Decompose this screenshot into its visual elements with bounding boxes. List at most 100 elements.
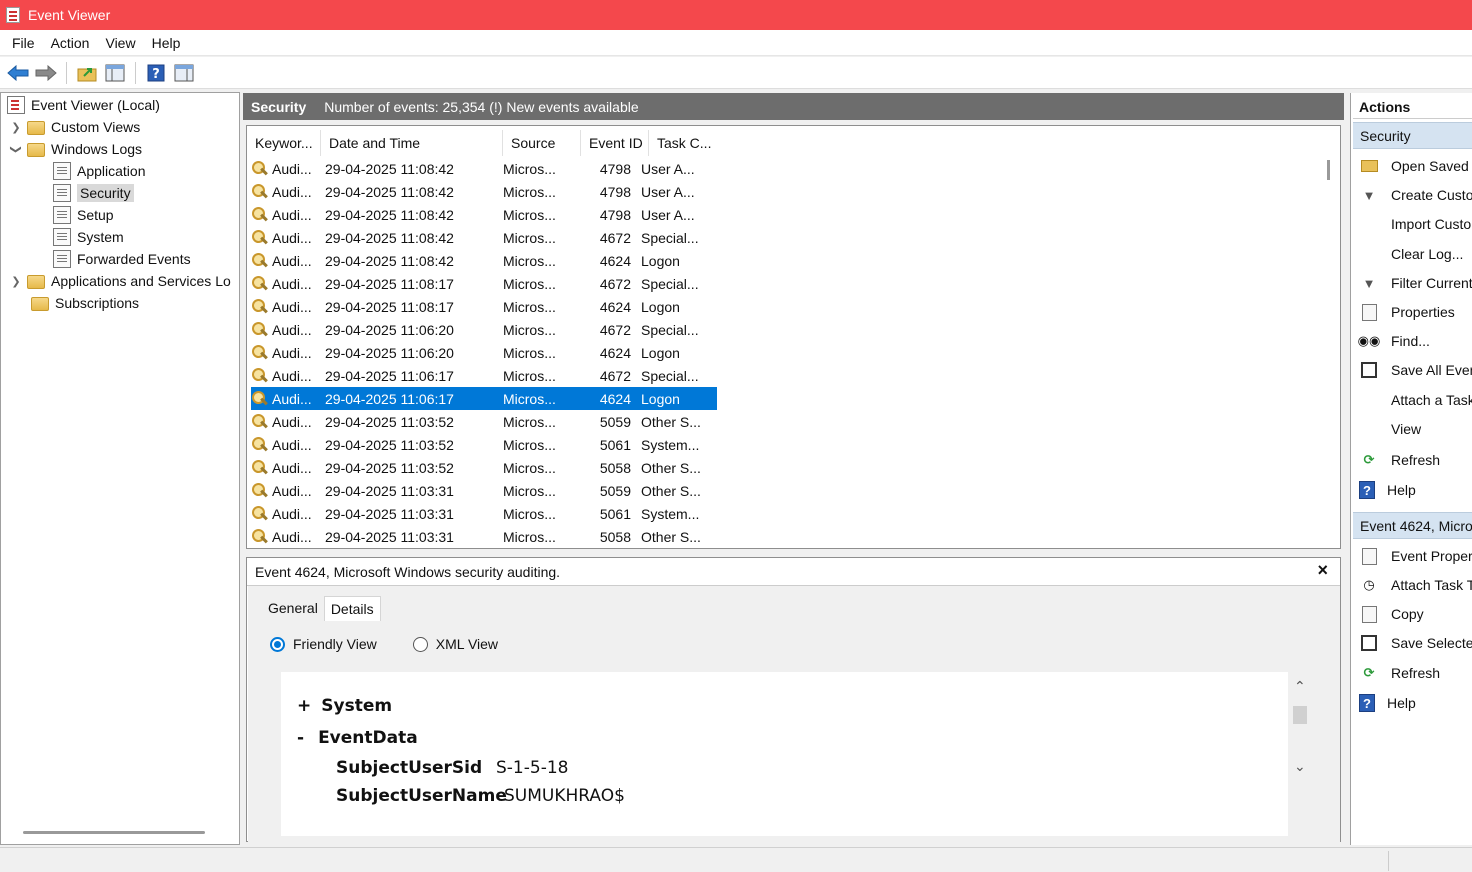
help-icon[interactable]: ?: [144, 61, 168, 85]
radio-xml-view[interactable]: [412, 636, 428, 652]
actions-section-event[interactable]: Event 4624, Micro: [1353, 512, 1472, 539]
tree-item-apps-services[interactable]: ❯ Applications and Services Lo: [9, 270, 231, 292]
tree-item-subscriptions[interactable]: Subscriptions: [27, 292, 139, 314]
tree-item-application[interactable]: Application: [53, 160, 146, 182]
table-row[interactable]: Audi... 29-04-2025 11:08:42 Micros... 4624 L…: [251, 249, 717, 272]
actions-section-security[interactable]: Security: [1353, 122, 1472, 149]
radio-friendly-view[interactable]: [270, 636, 285, 652]
menu-action[interactable]: Action: [43, 35, 98, 51]
action-help[interactable]: ? Help: [1359, 690, 1416, 716]
tree-item-system[interactable]: System: [53, 226, 124, 248]
grid-header: Keywor... Date and Time Source Event ID …: [247, 130, 721, 156]
menu-help[interactable]: Help: [144, 35, 189, 51]
table-row[interactable]: Audi... 29-04-2025 11:03:52 Micros... 5061 S…: [251, 433, 717, 456]
action-create-custom-view[interactable]: ▼ Create Custo: [1359, 182, 1472, 208]
action-help[interactable]: ? Help: [1359, 477, 1416, 503]
table-row[interactable]: Audi... 29-04-2025 11:08:42 Micros... 4798 U…: [251, 157, 717, 180]
action-refresh[interactable]: ⟳ Refresh: [1359, 660, 1440, 686]
table-row[interactable]: Audi... 29-04-2025 11:03:31 Micros... 5059 O…: [251, 479, 717, 502]
column-header-event-id[interactable]: Event ID: [581, 130, 649, 156]
table-row[interactable]: Audi... 29-04-2025 11:03:31 Micros... 5061 S…: [251, 502, 717, 525]
date-cell: 29-04-2025 11:08:42: [325, 160, 454, 177]
table-row[interactable]: Audi... 29-04-2025 11:06:20 Micros... 4624 L…: [251, 341, 717, 364]
chevron-up-icon[interactable]: ⌃: [1294, 678, 1306, 695]
action-view[interactable]: View: [1359, 416, 1421, 442]
subscriptions-icon: [31, 297, 49, 311]
toolbar-separator: [66, 61, 67, 84]
action-properties[interactable]: Properties: [1359, 299, 1455, 325]
menu-file[interactable]: File: [4, 35, 43, 51]
show-hide-tree-icon[interactable]: [103, 61, 127, 85]
task-category-cell: Special...: [641, 321, 699, 338]
table-row[interactable]: Audi... 29-04-2025 11:08:17 Micros... 4624 L…: [251, 295, 717, 318]
table-row[interactable]: Audi... 29-04-2025 11:06:20 Micros... 4672 S…: [251, 318, 717, 341]
table-row[interactable]: Audi... 29-04-2025 11:08:42 Micros... 4798 U…: [251, 203, 717, 226]
chevron-down-icon[interactable]: ❯: [10, 142, 23, 156]
action-refresh[interactable]: ⟳ Refresh: [1359, 447, 1440, 473]
column-header-task-category[interactable]: Task C...: [649, 130, 721, 156]
table-row[interactable]: Audi... 29-04-2025 11:03:31 Micros... 5058 O…: [251, 525, 717, 548]
action-save-selected-events[interactable]: Save Selected: [1359, 630, 1472, 656]
chevron-right-icon[interactable]: ❯: [9, 275, 23, 288]
detail-scrollbar[interactable]: ⌃ ⌄: [1291, 678, 1309, 828]
tab-general[interactable]: General: [262, 596, 324, 621]
chevron-right-icon[interactable]: ❯: [9, 121, 23, 134]
menu-view[interactable]: View: [97, 35, 143, 51]
tab-details[interactable]: Details: [323, 596, 381, 621]
action-open-saved-log[interactable]: Open Saved I: [1359, 153, 1472, 179]
chevron-down-icon[interactable]: ⌄: [1294, 758, 1306, 775]
column-header-date-time[interactable]: Date and Time: [321, 130, 503, 156]
tree-item-label: System: [77, 229, 124, 245]
scrollbar-thumb[interactable]: [1293, 706, 1307, 724]
show-hide-action-pane-icon[interactable]: [172, 61, 196, 85]
keywords-cell: Audi...: [251, 160, 321, 178]
tree-item-custom-views[interactable]: ❯ Custom Views: [9, 116, 140, 138]
table-row[interactable]: Audi... 29-04-2025 11:06:17 Micros... 4624 L…: [251, 387, 717, 410]
action-attach-task[interactable]: Attach a Task: [1359, 387, 1472, 413]
table-row[interactable]: Audi... 29-04-2025 11:08:42 Micros... 4672 S…: [251, 226, 717, 249]
action-copy[interactable]: Copy: [1359, 601, 1424, 627]
event-id-cell: 4798: [599, 160, 631, 177]
action-find[interactable]: ◉◉ Find...: [1358, 328, 1430, 354]
system-node[interactable]: + System: [297, 696, 392, 716]
tree-item-security[interactable]: Security: [53, 182, 134, 204]
table-row[interactable]: Audi... 29-04-2025 11:08:17 Micros... 4672 S…: [251, 272, 717, 295]
forward-arrow-icon[interactable]: [34, 61, 58, 85]
column-header-keywords[interactable]: Keywor...: [247, 130, 321, 156]
source-cell: Micros...: [503, 160, 556, 177]
tree-item-setup[interactable]: Setup: [53, 204, 114, 226]
column-header-source[interactable]: Source: [503, 130, 581, 156]
keywords-cell: Audi...: [251, 505, 321, 523]
audit-key-icon: [251, 229, 269, 247]
vertical-scrollbar[interactable]: [1327, 160, 1330, 180]
table-row[interactable]: Audi... 29-04-2025 11:03:52 Micros... 5059 O…: [251, 410, 717, 433]
detail-tabs: General Details: [262, 596, 381, 621]
back-arrow-icon[interactable]: [6, 61, 30, 85]
event-detail-pane: Event 4624, Microsoft Windows security a…: [246, 557, 1341, 842]
action-event-properties[interactable]: Event Proper: [1359, 543, 1472, 569]
field-subject-user-name: SubjectUserNameSUMUKHRAO$: [336, 786, 625, 806]
action-filter-current-log[interactable]: ▼ Filter Current: [1359, 270, 1472, 296]
tree-item-label: Security: [77, 184, 134, 202]
tree-item-forwarded-events[interactable]: Forwarded Events: [53, 248, 191, 270]
action-clear-log[interactable]: Clear Log...: [1359, 241, 1463, 267]
folder-up-icon[interactable]: [75, 61, 99, 85]
action-import-custom-view[interactable]: Import Custo: [1359, 211, 1471, 237]
refresh-icon: ⟳: [1363, 665, 1375, 680]
horizontal-scrollbar[interactable]: [23, 831, 205, 834]
table-row[interactable]: Audi... 29-04-2025 11:03:52 Micros... 5058 O…: [251, 456, 717, 479]
eventdata-node[interactable]: - EventData: [297, 728, 418, 748]
table-row[interactable]: Audi... 29-04-2025 11:08:42 Micros... 4798 U…: [251, 180, 717, 203]
date-cell: 29-04-2025 11:03:31: [325, 505, 454, 522]
action-attach-task-to-event[interactable]: ◷ Attach Task T: [1359, 572, 1472, 598]
audit-key-icon: [251, 459, 269, 477]
table-row[interactable]: Audi... 29-04-2025 11:06:17 Micros... 4672 S…: [251, 364, 717, 387]
system-label: System: [321, 696, 393, 716]
tree-item-windows-logs[interactable]: ❯ Windows Logs: [9, 138, 142, 160]
action-save-all-events[interactable]: Save All Even: [1359, 357, 1472, 383]
action-label: Help: [1387, 695, 1416, 711]
document-icon: [1359, 605, 1379, 623]
close-icon[interactable]: ×: [1317, 560, 1328, 581]
tree-item-root[interactable]: Event Viewer (Local): [7, 94, 160, 116]
source-cell: Micros...: [503, 321, 556, 338]
